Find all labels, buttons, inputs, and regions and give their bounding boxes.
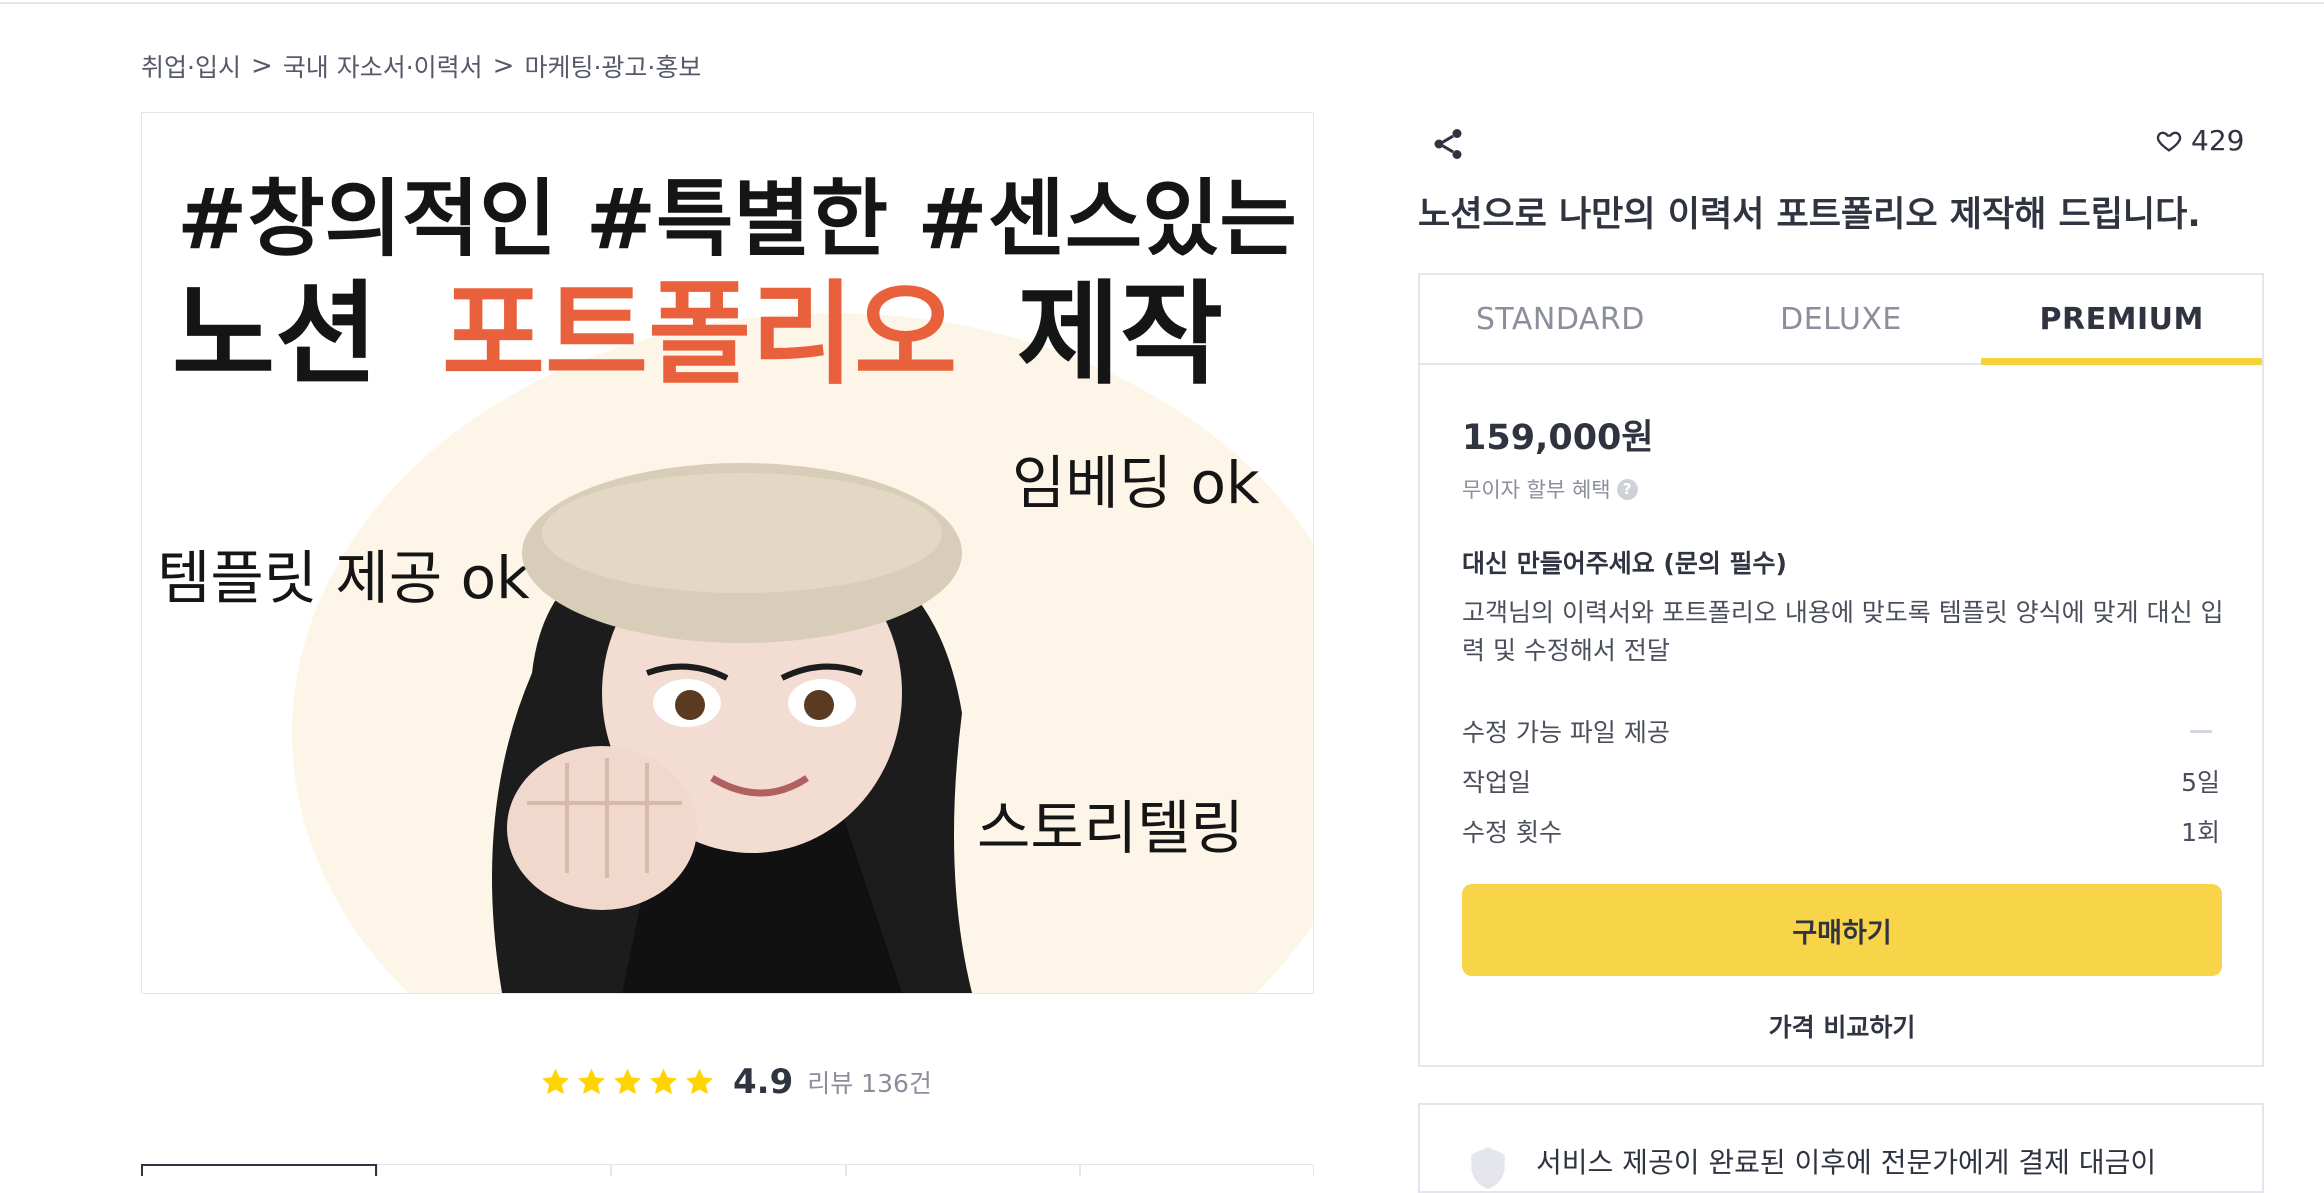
- service-main-image[interactable]: #창의적인 #특별한 #센스있는 노션 포트폴리오 제작 임베딩 ok 템플릿 …: [141, 112, 1314, 994]
- like-count: 429: [2191, 124, 2245, 157]
- payment-notice: 서비스 제공이 완료된 이후에 전문가에게 결제 대금이: [1418, 1103, 2264, 1193]
- review-count[interactable]: 리뷰 136건: [807, 1064, 932, 1100]
- star-icon: [614, 1068, 641, 1095]
- option-row: 수정 가능 파일 제공: [1462, 706, 2220, 756]
- star-icon: [650, 1068, 677, 1095]
- not-included-icon: [2190, 729, 2212, 733]
- option-value: 1회: [2181, 818, 2220, 847]
- share-icon[interactable]: [1430, 126, 1466, 162]
- hero-line-2-a: 노션: [172, 270, 378, 400]
- heart-outline-icon: [2156, 131, 2182, 152]
- option-value: 5일: [2181, 768, 2220, 797]
- breadcrumb-item-job[interactable]: 취업·입시: [141, 48, 241, 84]
- option-label: 수정 횟수: [1462, 818, 1562, 847]
- detail-tab[interactable]: [1079, 1164, 1315, 1176]
- package-tabs: STANDARD DELUXE PREMIUM: [1420, 275, 2263, 365]
- package-name: 대신 만들어주세요 (문의 필수): [1462, 549, 1787, 578]
- hero-tag-embed: 임베딩 ok: [1012, 449, 1260, 517]
- tab-standard[interactable]: STANDARD: [1420, 275, 1701, 363]
- star-icon: [578, 1068, 605, 1095]
- breadcrumb-item-resume[interactable]: 국내 자소서·이력서: [283, 48, 483, 84]
- tab-deluxe[interactable]: DELUXE: [1701, 275, 1982, 363]
- option-label: 작업일: [1462, 768, 1532, 797]
- package-options: 수정 가능 파일 제공 작업일 5일 수정 횟수 1회: [1462, 706, 2220, 856]
- option-label: 수정 가능 파일 제공: [1462, 718, 1670, 747]
- hero-line-1: #창의적인 #특별한 #센스있는: [177, 170, 1297, 268]
- detail-tab[interactable]: [611, 1164, 846, 1176]
- breadcrumb: 취업·입시 > 국내 자소서·이력서 > 마케팅·광고·홍보: [141, 48, 701, 84]
- avatar-character: [492, 463, 972, 993]
- buy-button[interactable]: 구매하기: [1462, 884, 2222, 976]
- notice-text: 서비스 제공이 완료된 이후에 전문가에게 결제 대금이: [1536, 1146, 2157, 1179]
- option-row: 작업일 5일: [1462, 756, 2220, 806]
- tab-premium[interactable]: PREMIUM: [1981, 275, 2263, 365]
- installment-info: 무이자 할부 혜택 ?: [1462, 474, 2220, 504]
- installment-label: 무이자 할부 혜택: [1462, 478, 1611, 502]
- hero-tag-template: 템플릿 제공 ok: [157, 544, 530, 612]
- option-row: 수정 횟수 1회: [1462, 806, 2220, 856]
- hero-tag-story: 스토리텔링: [977, 794, 1244, 862]
- compare-price-link[interactable]: 가격 비교하기: [1462, 1008, 2222, 1044]
- help-icon[interactable]: ?: [1616, 478, 1638, 500]
- rating-summary[interactable]: 4.9 리뷰 136건: [539, 1062, 932, 1102]
- package-panel: STANDARD DELUXE PREMIUM 159,000원 무이자 할부 …: [1418, 273, 2264, 1067]
- like-button[interactable]: 429: [2155, 124, 2244, 157]
- service-title: 노션으로 나만의 이력서 포트폴리오 제작해 드립니다.: [1418, 195, 2201, 235]
- star-icon: [542, 1068, 569, 1095]
- detail-tab[interactable]: [141, 1164, 378, 1176]
- shield-icon: [1471, 1147, 1505, 1189]
- breadcrumb-item-marketing[interactable]: 마케팅·광고·홍보: [524, 48, 701, 84]
- breadcrumb-separator: >: [250, 51, 273, 81]
- detail-tab[interactable]: [377, 1164, 612, 1176]
- hero-line-2-c: 제작: [1017, 270, 1223, 400]
- rating-score: 4.9: [733, 1062, 794, 1102]
- package-description: 고객님의 이력서와 포트폴리오 내용에 맞도록 템플릿 양식에 맞게 대신 입력…: [1462, 598, 2224, 665]
- detail-tabs: [141, 1164, 1315, 1176]
- package-price: 159,000원: [1462, 418, 1654, 458]
- breadcrumb-separator: >: [492, 51, 515, 81]
- detail-tab[interactable]: [845, 1164, 1080, 1176]
- hero-line-2-b: 포트폴리오: [442, 270, 957, 400]
- star-icon: [686, 1068, 713, 1095]
- top-divider: [0, 0, 2324, 4]
